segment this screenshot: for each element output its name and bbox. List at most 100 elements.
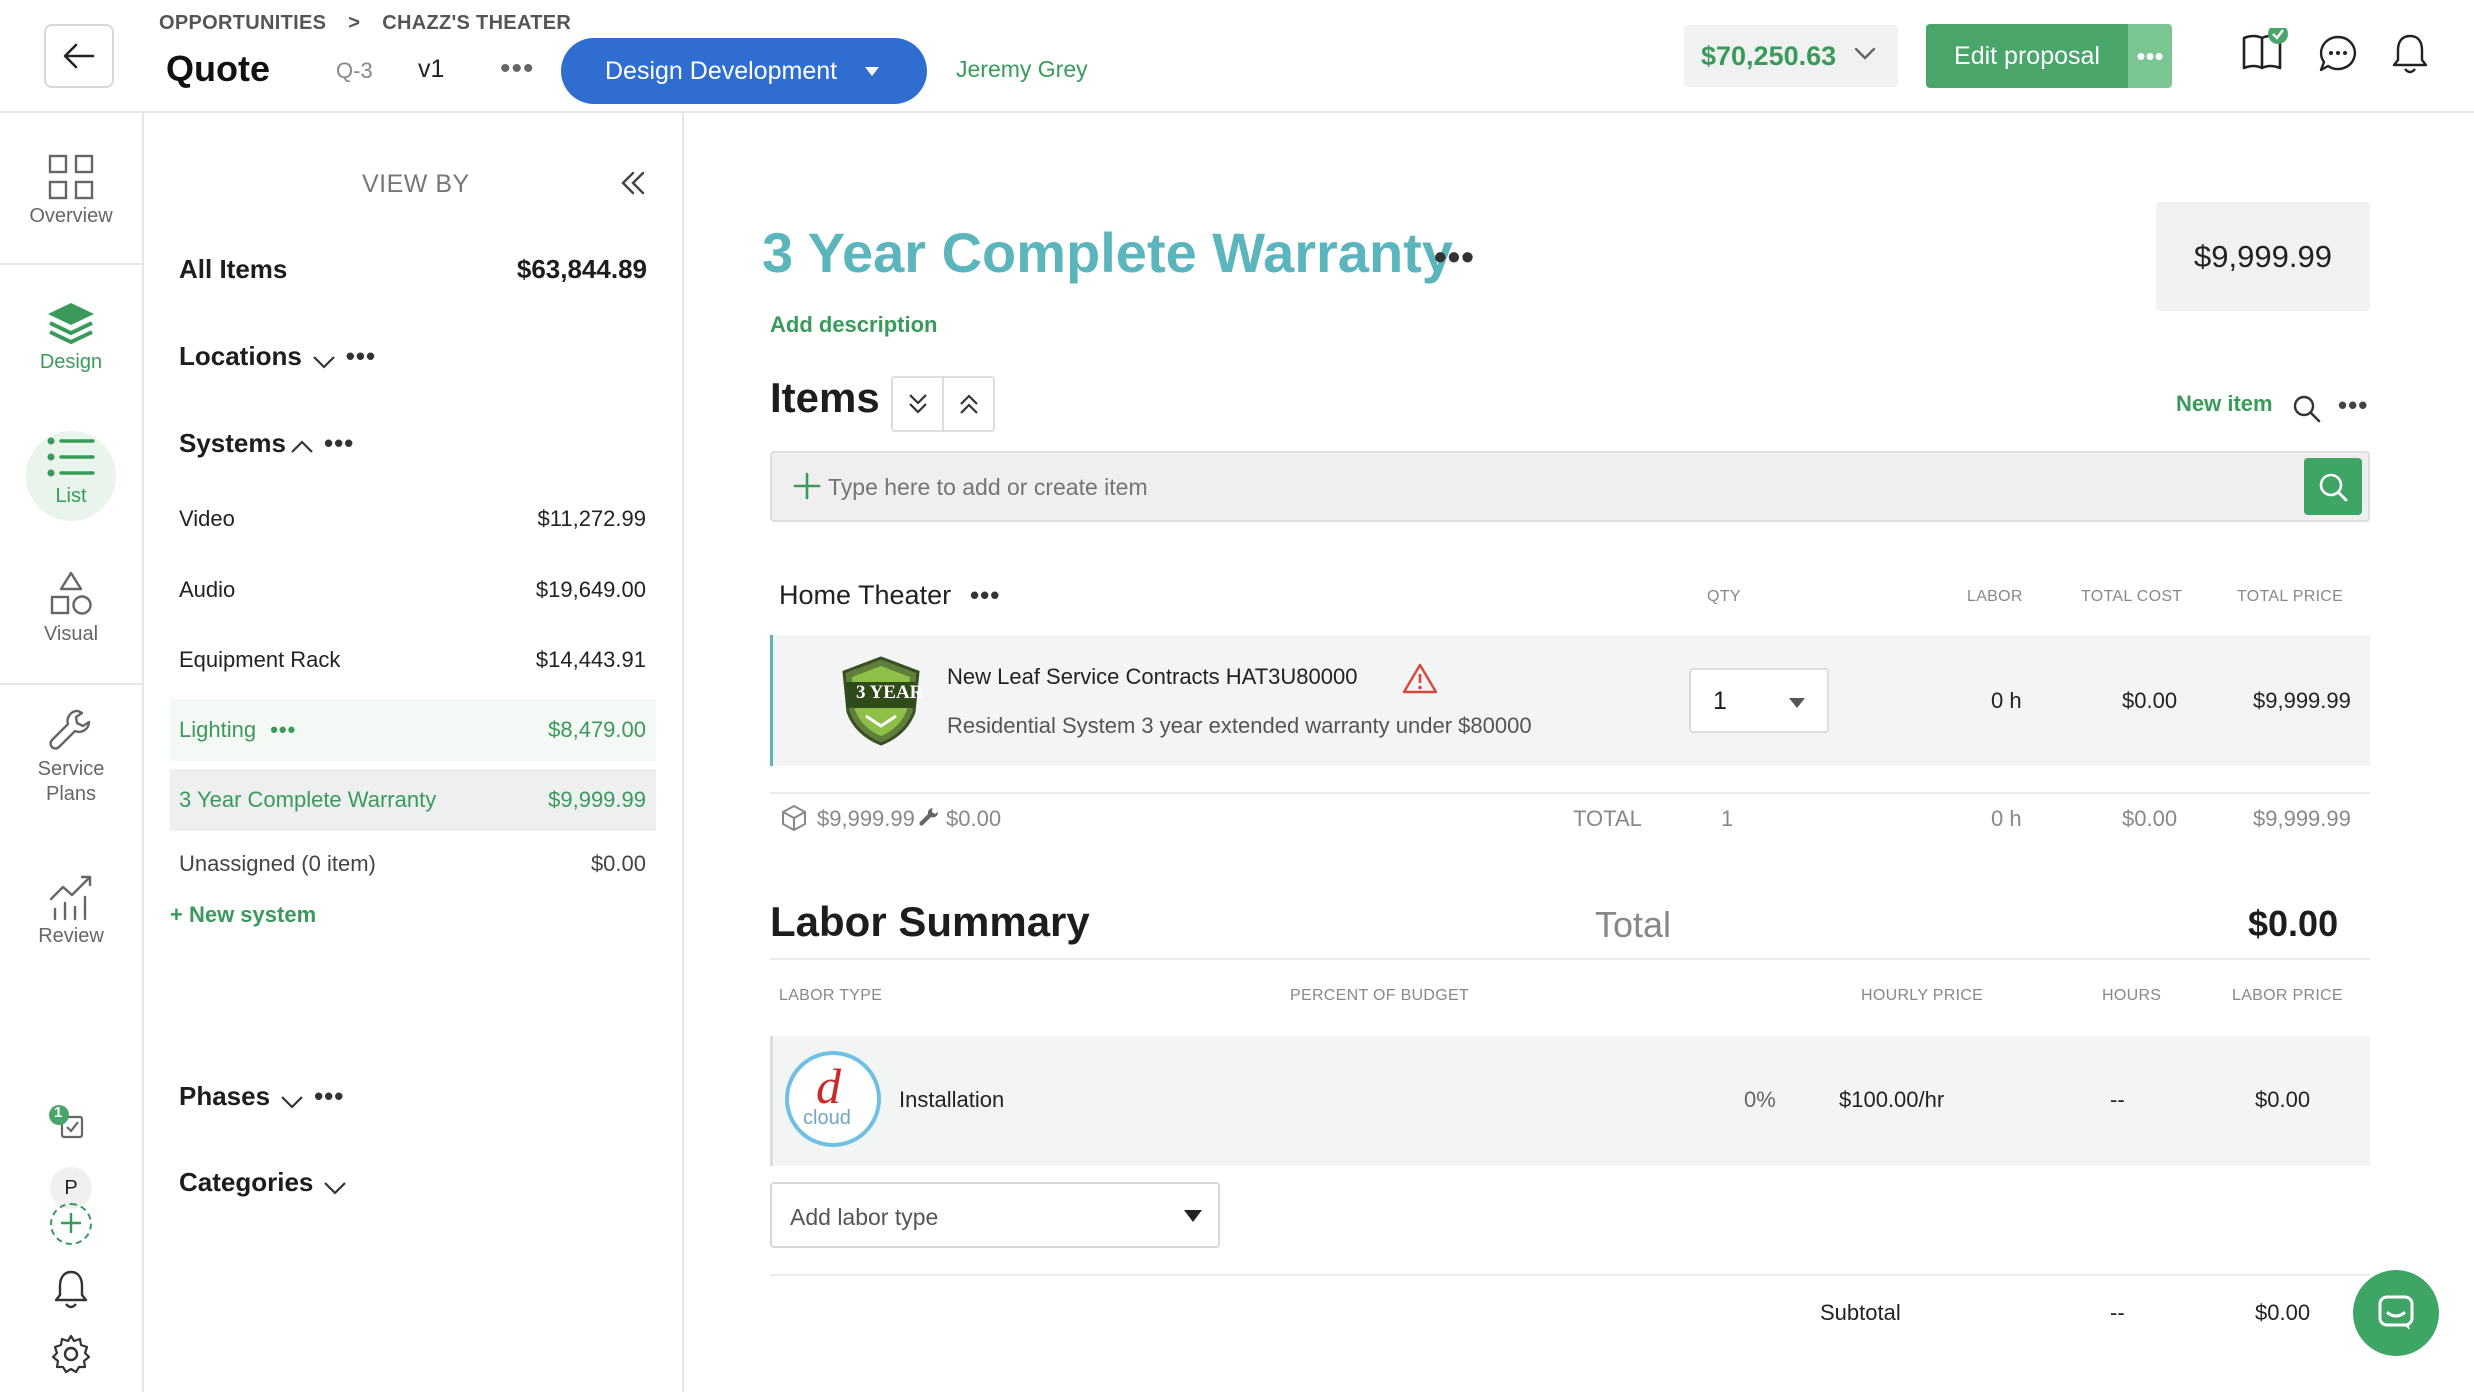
items-heading: Items (770, 374, 880, 421)
stage-dropdown[interactable]: Design Development (561, 38, 927, 104)
labor-total-label: Total (1595, 904, 1672, 945)
system-name: 3 Year Complete Warranty (179, 787, 437, 812)
add-item-bar (770, 451, 2370, 522)
divider (770, 958, 2370, 960)
systems-more-button[interactable]: ••• (324, 428, 354, 459)
layers-icon (0, 301, 142, 347)
stage-label: Design Development (605, 56, 838, 85)
system-value: $11,272.99 (537, 506, 646, 531)
collapse-all-button[interactable] (944, 378, 993, 430)
breadcrumb-opportunities[interactable]: OPPORTUNITIES (159, 12, 326, 35)
bell-icon[interactable] (2390, 32, 2430, 76)
add-item-search-button[interactable] (2304, 458, 2362, 515)
all-items-value: $63,844.89 (516, 254, 647, 284)
phases-section[interactable]: Phases ••• (179, 1081, 344, 1112)
warning-icon[interactable] (1402, 662, 1438, 694)
rail-review[interactable]: Review (0, 873, 142, 948)
plus-icon (61, 1213, 81, 1233)
system-row-warranty[interactable]: 3 Year Complete Warranty $9,999.99 (170, 769, 656, 831)
rail-divider (0, 683, 142, 685)
locations-more-button[interactable]: ••• (346, 341, 376, 372)
system-more-button[interactable]: ••• (1434, 236, 1475, 278)
owner-link[interactable]: Jeremy Grey (956, 56, 1088, 83)
system-row-lighting[interactable]: Lighting ••• $8,479.00 (170, 699, 656, 761)
labor-avatar: d cloud (785, 1051, 881, 1147)
edit-proposal-more-button[interactable]: ••• (2128, 24, 2172, 88)
items-more-button[interactable]: ••• (2338, 390, 2368, 421)
left-rail: Overview Design List Visual Service Plan… (0, 113, 144, 1392)
subtotal-hours: -- (2110, 1300, 2125, 1325)
labor-row[interactable] (770, 1036, 2370, 1166)
system-row-audio[interactable]: Audio $19,649.00 (170, 559, 656, 621)
subtotal-label: Subtotal (1820, 1300, 1901, 1325)
total-value: $70,250.63 (1701, 40, 1837, 71)
page-title: Quote (166, 48, 270, 89)
list-icon (0, 435, 142, 481)
rail-label: Service Plans (37, 758, 105, 805)
totals-labor: 0 h (1991, 806, 2022, 831)
search-icon[interactable] (2292, 394, 2322, 424)
new-item-button[interactable]: New item (2176, 391, 2273, 417)
settings-gear-icon[interactable] (50, 1333, 92, 1375)
grid-icon (0, 153, 142, 201)
system-more-button[interactable]: ••• (270, 717, 296, 742)
system-row-unassigned[interactable]: Unassigned (0 item) $0.00 (170, 833, 656, 895)
new-system-button[interactable]: + New system (170, 902, 316, 928)
add-user-button[interactable] (50, 1203, 92, 1245)
book-icon[interactable] (2240, 28, 2288, 74)
chat-icon[interactable] (2318, 34, 2358, 74)
group-name[interactable]: Home Theater (779, 580, 951, 611)
rail-label: Design (39, 351, 103, 373)
version-label[interactable]: v1 (418, 55, 444, 84)
system-row-equipment-rack[interactable]: Equipment Rack $14,443.91 (170, 629, 656, 691)
locations-section[interactable]: Locations ••• (179, 341, 376, 372)
add-item-input[interactable] (828, 465, 2028, 509)
total-dropdown[interactable]: $70,250.63 (1684, 25, 1898, 87)
rail-label: List (55, 485, 87, 507)
totals-labor-cost: $0.00 (946, 806, 1002, 831)
column-header-hourly: HOURLY PRICE (1861, 987, 1984, 1004)
rail-overview[interactable]: Overview (0, 153, 142, 228)
labor-percent[interactable]: 0% (1744, 1087, 1776, 1113)
categories-label: Categories (179, 1167, 314, 1197)
item-name[interactable]: New Leaf Service Contracts HAT3U80000 (947, 664, 1357, 690)
all-items-label: All Items (179, 254, 288, 284)
all-items-row[interactable]: All Items $63,844.89 (179, 254, 647, 285)
edit-proposal-button[interactable]: Edit proposal (1926, 24, 2128, 88)
back-button[interactable] (44, 24, 114, 88)
phases-more-button[interactable]: ••• (314, 1081, 344, 1112)
add-labor-type-select[interactable]: Add labor type (770, 1182, 1220, 1248)
systems-section[interactable]: Systems ••• (179, 428, 354, 459)
tasks-icon[interactable]: 1 (44, 1104, 92, 1145)
divider (770, 1274, 2370, 1276)
system-title[interactable]: 3 Year Complete Warranty (762, 220, 1453, 285)
chevron-down-icon (324, 1181, 347, 1195)
rail-design[interactable]: Design (0, 301, 142, 374)
expand-all-button[interactable] (893, 378, 944, 430)
group-more-button[interactable]: ••• (970, 580, 1000, 611)
add-description-link[interactable]: Add description (770, 312, 937, 338)
system-price: $9,999.99 (2156, 202, 2370, 311)
locations-label: Locations (179, 341, 302, 371)
rail-list[interactable]: List (0, 435, 142, 508)
notifications-icon[interactable] (52, 1269, 90, 1311)
caret-down-icon (865, 67, 879, 76)
system-name: Audio (179, 577, 236, 602)
breadcrumb-project[interactable]: CHAZZ'S THEATER (382, 12, 571, 35)
categories-section[interactable]: Categories (179, 1167, 347, 1198)
system-value: $9,999.99 (548, 787, 646, 812)
caret-down-icon (1184, 1210, 1202, 1222)
chevron-down-icon (281, 1095, 303, 1109)
system-name: Lighting (179, 717, 257, 742)
labor-total-value: $0.00 (2248, 903, 2339, 944)
rail-service-plans[interactable]: Service Plans (0, 707, 142, 807)
rail-visual[interactable]: Visual (0, 571, 142, 646)
top-header: OPPORTUNITIES > CHAZZ'S THEATER Quote Q-… (0, 0, 2474, 113)
system-row-video[interactable]: Video $11,272.99 (170, 488, 656, 550)
totals-total-cost: $0.00 (2122, 806, 2178, 831)
labor-hourly-price[interactable]: $100.00/hr (1839, 1087, 1944, 1113)
collapse-panel-icon[interactable] (620, 171, 646, 195)
header-more-button[interactable]: ••• (500, 52, 535, 86)
chat-launcher-button[interactable] (2353, 1270, 2439, 1356)
quantity-select[interactable]: 1 (1689, 668, 1829, 733)
